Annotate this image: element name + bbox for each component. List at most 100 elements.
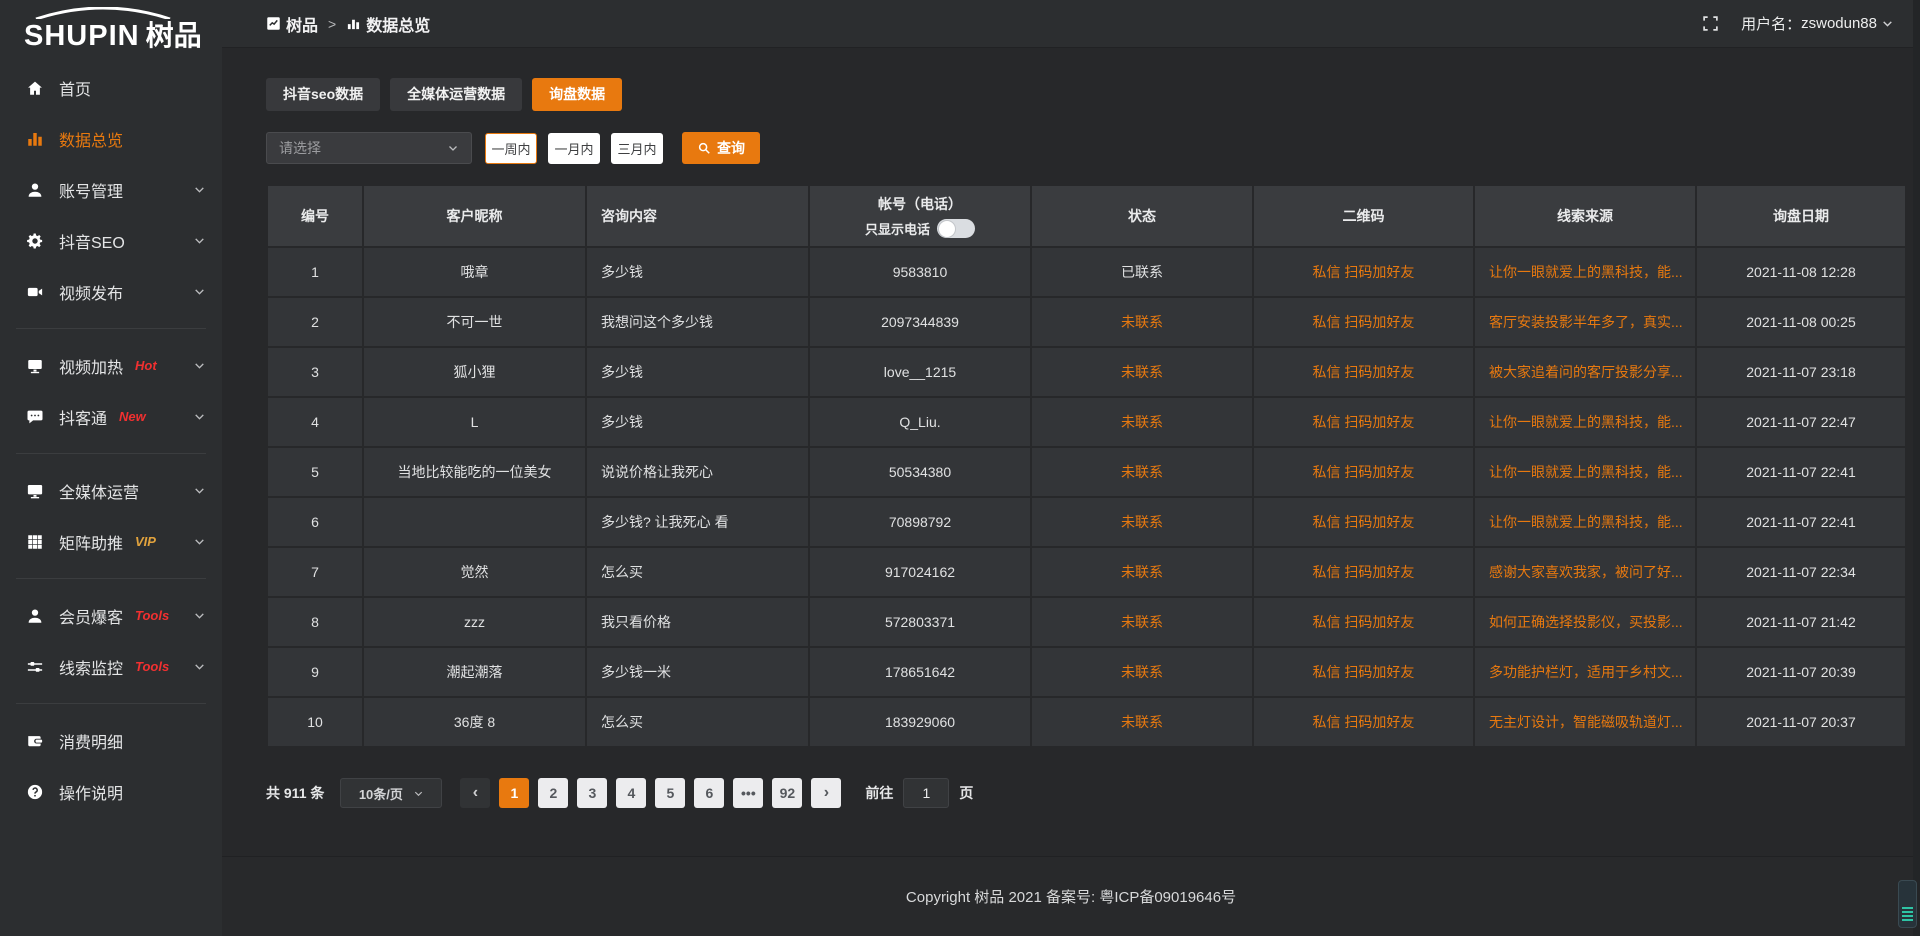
page-ellipsis-button[interactable]: ••• — [733, 778, 763, 808]
cell-source-link[interactable]: 感谢大家喜欢我家，被问了好... — [1474, 547, 1696, 597]
range-button-three-months[interactable]: 三月内 — [611, 133, 663, 164]
brand-logo[interactable]: SHUPIN树品 — [0, 0, 222, 62]
range-button-one-week[interactable]: 一周内 — [485, 133, 537, 164]
cell-id: 2 — [267, 297, 363, 347]
cell-id: 1 — [267, 247, 363, 297]
chevron-down-icon[interactable] — [1881, 17, 1894, 30]
cell-source-link[interactable]: 让你一眼就爱上的黑科技，能... — [1474, 447, 1696, 497]
goto-suffix: 页 — [959, 783, 973, 803]
tab-inquiry-data[interactable]: 询盘数据 — [532, 78, 622, 111]
column-account: 帐号（电话）只显示电话 — [809, 185, 1031, 247]
sidebar-item-badge: Hot — [135, 358, 157, 373]
sidebar-item-video-heating[interactable]: 视频加热Hot — [0, 340, 222, 391]
page-button-6[interactable]: 6 — [694, 778, 724, 808]
cell-qr-link[interactable]: 私信 扫码加好友 — [1253, 497, 1474, 547]
sidebar-item-matrix-boost[interactable]: 矩阵助推VIP — [0, 516, 222, 567]
table-row: 1036度 8怎么买183929060未联系私信 扫码加好友无主灯设计，智能磁吸… — [267, 697, 1906, 747]
breadcrumb-root[interactable]: 树品 — [286, 12, 318, 36]
fullscreen-icon[interactable] — [1702, 15, 1719, 32]
cell-qr-link[interactable]: 私信 扫码加好友 — [1253, 547, 1474, 597]
account-select[interactable]: 请选择 — [266, 132, 472, 164]
sidebar-item-douketong[interactable]: 抖客通New — [0, 391, 222, 442]
column-header: 线索来源 — [1474, 185, 1696, 247]
page-button-5[interactable]: 5 — [655, 778, 685, 808]
sidebar-item-consumption-detail[interactable]: 消费明细 — [0, 715, 222, 766]
goto-page-input[interactable] — [903, 778, 949, 808]
cell-source-link[interactable]: 客厅安装投影半年多了，真实... — [1474, 297, 1696, 347]
cell-qr-link[interactable]: 私信 扫码加好友 — [1253, 447, 1474, 497]
cell-id: 4 — [267, 397, 363, 447]
cell-date: 2021-11-07 20:37 — [1696, 697, 1906, 747]
cell-qr-link[interactable]: 私信 扫码加好友 — [1253, 297, 1474, 347]
scrollbar-track[interactable] — [1913, 0, 1920, 936]
page-button-92[interactable]: 92 — [772, 778, 802, 808]
page-button-4[interactable]: 4 — [616, 778, 646, 808]
cell-qr-link[interactable]: 私信 扫码加好友 — [1253, 647, 1474, 697]
range-button-one-month[interactable]: 一月内 — [548, 133, 600, 164]
search-button[interactable]: 查询 — [682, 132, 760, 164]
cell-source-link[interactable]: 如何正确选择投影仪，买投影... — [1474, 597, 1696, 647]
cell-status: 未联系 — [1031, 297, 1253, 347]
tab-media-operation-data[interactable]: 全媒体运营数据 — [390, 78, 522, 111]
username-value[interactable]: zswodun88 — [1801, 15, 1877, 32]
monitor-icon — [26, 357, 44, 375]
username-label: 用户名： — [1741, 13, 1801, 34]
cell-id: 5 — [267, 447, 363, 497]
table-row: 9潮起潮落多少钱一米178651642未联系私信 扫码加好友多功能护栏灯，适用于… — [267, 647, 1906, 697]
cell-account: Q_Liu. — [809, 397, 1031, 447]
sidebar-menu: 首页数据总览账号管理抖音SEO视频发布视频加热Hot抖客通New 全媒体运营矩阵助… — [0, 62, 222, 817]
sidebar-item-operation-guide[interactable]: 操作说明 — [0, 766, 222, 817]
cell-content: 说说价格让我死心 — [586, 447, 809, 497]
page-buttons: 123456 ••• 92 — [490, 778, 802, 808]
sidebar-item-douyin-seo[interactable]: 抖音SEO — [0, 215, 222, 266]
cell-source-link[interactable]: 让你一眼就爱上的黑科技，能... — [1474, 497, 1696, 547]
cell-account: 572803371 — [809, 597, 1031, 647]
phone-only-toggle[interactable] — [937, 219, 975, 238]
topbar: 树品 > 数据总览 用户名： zswodun88 — [222, 0, 1920, 48]
sidebar-item-account-management[interactable]: 账号管理 — [0, 164, 222, 215]
cell-status: 已联系 — [1031, 247, 1253, 297]
cell-date: 2021-11-07 22:41 — [1696, 497, 1906, 547]
page-button-2[interactable]: 2 — [538, 778, 568, 808]
sidebar-item-data-overview[interactable]: 数据总览 — [0, 113, 222, 164]
cell-qr-link[interactable]: 私信 扫码加好友 — [1253, 697, 1474, 747]
cell-source-link[interactable]: 让你一眼就爱上的黑科技，能... — [1474, 397, 1696, 447]
sidebar-item-video-publish[interactable]: 视频发布 — [0, 266, 222, 317]
chat-widget[interactable] — [1898, 880, 1917, 928]
chevron-down-icon — [193, 535, 206, 548]
sidebar-item-label: 数据总览 — [59, 127, 123, 151]
chart-icon — [346, 16, 361, 31]
cell-qr-link[interactable]: 私信 扫码加好友 — [1253, 597, 1474, 647]
cell-date: 2021-11-07 22:34 — [1696, 547, 1906, 597]
cell-nickname: 不可一世 — [363, 297, 586, 347]
sidebar-item-home[interactable]: 首页 — [0, 62, 222, 113]
cell-qr-link[interactable]: 私信 扫码加好友 — [1253, 397, 1474, 447]
cell-qr-link[interactable]: 私信 扫码加好友 — [1253, 347, 1474, 397]
cell-source-link[interactable]: 让你一眼就爱上的黑科技，能... — [1474, 247, 1696, 297]
page-button-3[interactable]: 3 — [577, 778, 607, 808]
sidebar-item-lead-monitor[interactable]: 线索监控Tools — [0, 641, 222, 692]
cell-source-link[interactable]: 多功能护栏灯，适用于乡村文... — [1474, 647, 1696, 697]
cell-date: 2021-11-07 22:47 — [1696, 397, 1906, 447]
cell-nickname: 狐小狸 — [363, 347, 586, 397]
chevron-down-icon — [193, 609, 206, 622]
table-row: 5当地比较能吃的一位美女说说价格让我死心50534380未联系私信 扫码加好友让… — [267, 447, 1906, 497]
select-placeholder: 请选择 — [279, 138, 321, 158]
cell-status: 未联系 — [1031, 447, 1253, 497]
next-page-button[interactable]: › — [811, 778, 841, 808]
page-button-1[interactable]: 1 — [499, 778, 529, 808]
cell-qr-link[interactable]: 私信 扫码加好友 — [1253, 247, 1474, 297]
total-count-label: 共 911 条 — [266, 783, 324, 803]
page-size-select[interactable]: 10条/页 — [340, 778, 442, 808]
sidebar-item-member-baoke[interactable]: 会员爆客Tools — [0, 590, 222, 641]
tab-douyin-seo-data[interactable]: 抖音seo数据 — [266, 78, 380, 111]
sidebar-item-media-operation[interactable]: 全媒体运营 — [0, 465, 222, 516]
cell-source-link[interactable]: 无主灯设计，智能磁吸轨道灯... — [1474, 697, 1696, 747]
column-header: 询盘日期 — [1696, 185, 1906, 247]
cell-date: 2021-11-08 12:28 — [1696, 247, 1906, 297]
copyright-text: Copyright 树品 2021 备案号: 粤ICP备09019646号 — [906, 886, 1236, 907]
phone-only-label: 只显示电话 — [865, 219, 930, 238]
prev-page-button[interactable]: ‹ — [460, 778, 490, 808]
page-size-value: 10条/页 — [359, 784, 403, 803]
cell-source-link[interactable]: 被大家追着问的客厅投影分享... — [1474, 347, 1696, 397]
